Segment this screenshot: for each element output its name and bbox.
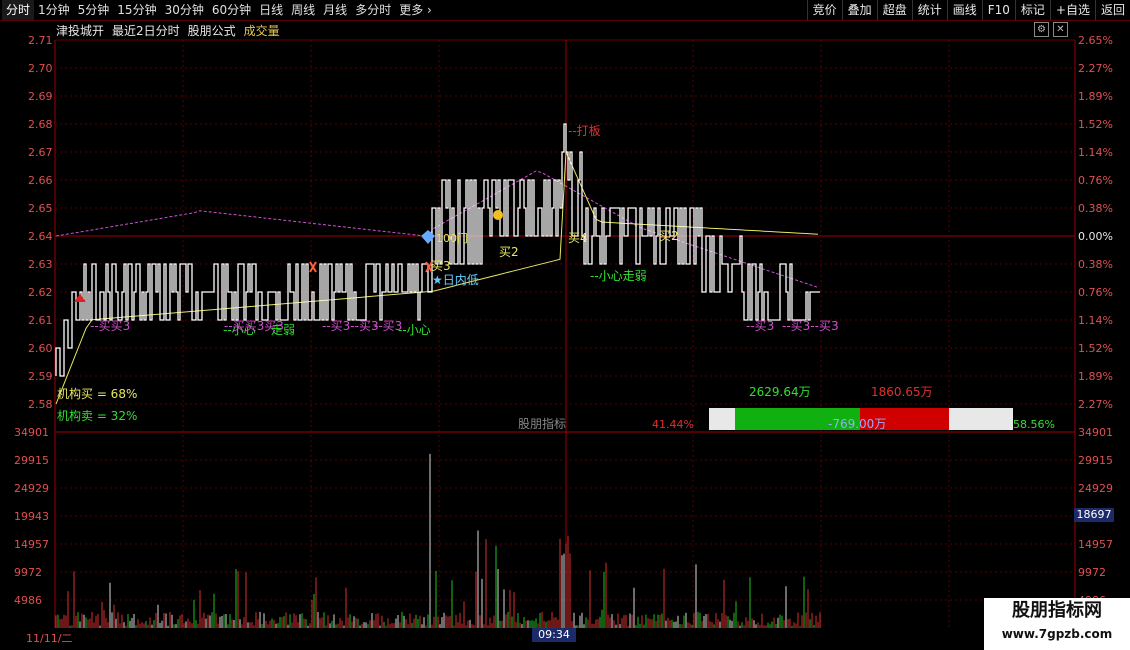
annotation-mai3-left: --买买3 <box>90 319 130 333</box>
indicator-bar-right-white <box>949 408 1013 430</box>
price-line <box>55 123 820 377</box>
pct-tick-label: 2.27% <box>1078 398 1113 411</box>
indicator-bar-left-white <box>709 408 735 430</box>
price-tick-label: 2.58 <box>28 398 53 411</box>
annotation-rineidi: ★日内低 <box>432 273 479 287</box>
institution-sell: 机构卖 = 32% <box>57 408 137 423</box>
volume-axis-left: 34901 29915 24929 19943 14957 9972 4986 <box>14 426 49 607</box>
horizontal-gridlines <box>55 67 1075 601</box>
pct-tick-label: 1.14% <box>1078 146 1113 159</box>
price-tick-label: 2.65 <box>28 202 53 215</box>
price-axis-right: 2.65% 2.27% 1.89% 1.52% 1.14% 0.76% 0.38% 0.00%… <box>1078 34 1113 411</box>
volume-bars <box>55 453 821 628</box>
volume-tick-label: 19943 <box>14 510 49 523</box>
pct-tick-label: 0.76% <box>1078 286 1113 299</box>
price-tick-label: 2.66 <box>28 174 53 187</box>
price-tick-label: 2.68 <box>28 118 53 131</box>
annotation-mai3-mid: --买买3买3 <box>224 319 284 333</box>
annotation-xiaoxin-zoudi: --小心走弱 <box>590 269 647 283</box>
pct-tick-label: 1.52% <box>1078 342 1113 355</box>
annotation-mai3-right2: --买3--买3 <box>782 319 839 333</box>
volume-tick-label: 14957 <box>1078 538 1113 551</box>
price-tick-label: 2.60 <box>28 342 53 355</box>
pct-tick-label: 0.76% <box>1078 174 1113 187</box>
pct-tick-label: 2.27% <box>1078 62 1113 75</box>
indicator-green-amount: 2629.64万 <box>749 385 811 399</box>
volume-tick-label: 34901 <box>1078 426 1113 439</box>
price-tick-label: 2.62 <box>28 286 53 299</box>
volume-tick-label: 9972 <box>14 566 42 579</box>
price-tick-label: 2.71 <box>28 34 53 47</box>
price-tick-label: 2.64 <box>28 230 53 243</box>
volume-tick-label: 29915 <box>1078 454 1113 467</box>
annotation-mai2b: 买2 <box>659 229 679 243</box>
annotation-mai3-mid2: --买3--买3 <box>322 319 379 333</box>
price-tick-label: 2.59 <box>28 370 53 383</box>
price-grid <box>54 39 1076 628</box>
volume-tick-label: 24929 <box>14 482 49 495</box>
pct-tick-label: 2.65% <box>1078 34 1113 47</box>
price-tick-label: 2.61 <box>28 314 53 327</box>
pct-tick-label: 0.38% <box>1078 258 1113 271</box>
watermark-title: 股朋指标网 <box>1012 600 1102 621</box>
annotation-mai3-mid3: --买3 <box>374 319 402 333</box>
price-tick-label: 2.69 <box>28 90 53 103</box>
annotation-xiaoxin2: --小心 <box>398 323 431 337</box>
annotation-heat: 100门 <box>436 231 468 245</box>
pct-tick-label: 1.89% <box>1078 90 1113 103</box>
annotation-mai3-right1: --买3 <box>746 319 774 333</box>
pct-tick-label: 0.00% <box>1078 230 1113 243</box>
pct-tick-label: 0.38% <box>1078 202 1113 215</box>
watermark: 股朋指标网 www.7gpzb.com <box>984 598 1130 650</box>
date-label: 11/11/二 <box>26 632 73 645</box>
annotation-mai2: 买2 <box>499 245 519 259</box>
price-tick-label: 2.67 <box>28 146 53 159</box>
volume-tick-label: 24929 <box>1078 482 1113 495</box>
indicator-red-amount: 1860.65万 <box>871 385 933 399</box>
watermark-url: www.7gpzb.com <box>1001 627 1113 641</box>
diamond-icon <box>421 230 435 244</box>
chart-canvas: 2.71 2.70 2.69 2.68 2.67 2.66 2.65 2.64 2.63 2.62… <box>14 34 1113 628</box>
volume-tick-label: 9972 <box>1078 566 1106 579</box>
annotation-mai3a: 买3 <box>431 259 451 273</box>
volume-tick-label: 29915 <box>14 454 49 467</box>
crosshair-time: 09:34 <box>532 628 576 642</box>
volume-tick-label: 4986 <box>14 594 42 607</box>
price-tick-label: 2.63 <box>28 258 53 271</box>
price-axis-left: 2.71 2.70 2.69 2.68 2.67 2.66 2.65 2.64 2.63 2.62… <box>28 34 53 411</box>
pct-tick-label: 1.14% <box>1078 314 1113 327</box>
pct-tick-label: 1.52% <box>1078 118 1113 131</box>
pct-tick-label: 1.89% <box>1078 370 1113 383</box>
volume-tick-label: 14957 <box>14 538 49 551</box>
volume-tick-label: 34901 <box>14 426 49 439</box>
indicator-name: 股朋指标 <box>518 416 566 431</box>
indicator-left-pct: 41.44% <box>652 418 694 431</box>
annotation-dazhang: --打板 <box>568 124 601 138</box>
institution-buy: 机构买 = 68% <box>57 386 137 401</box>
price-tick-label: 2.70 <box>28 62 53 75</box>
indicator-right-pct: 58.56% <box>1013 418 1055 431</box>
current-volume-badge: 18697 <box>1074 508 1114 522</box>
annotation-mai4: 买4 <box>568 231 588 245</box>
indicator-diff-amount: -769.00万 <box>828 417 886 431</box>
gold-coin-icon <box>493 210 503 220</box>
